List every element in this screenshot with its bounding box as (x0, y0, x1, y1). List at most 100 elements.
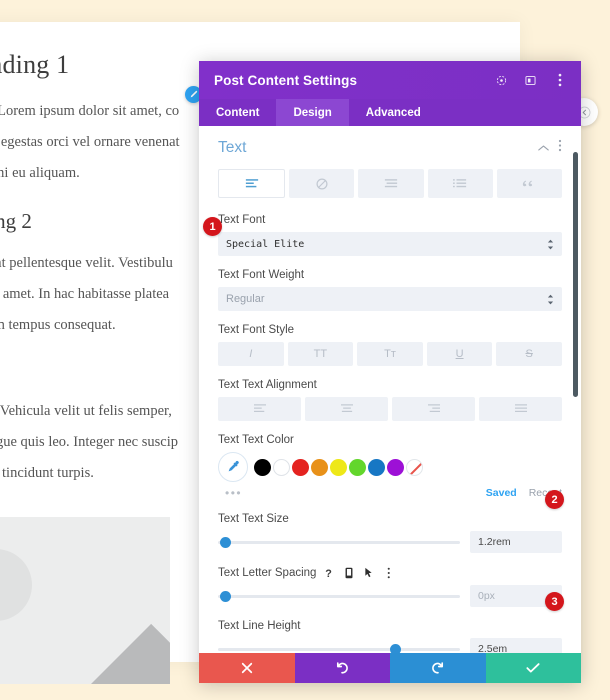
swatch-yellow[interactable] (330, 458, 347, 476)
letter-spacing-icons: ? (323, 566, 394, 579)
tab-advanced[interactable]: Advanced (349, 99, 438, 126)
swatch-green[interactable] (349, 458, 366, 476)
modal-tabbar: Content Design Advanced (199, 99, 581, 126)
link-tab[interactable] (289, 169, 355, 198)
align-right-icon[interactable] (392, 397, 475, 421)
chevron-up-icon[interactable] (538, 139, 549, 157)
underline-button[interactable]: U (426, 342, 493, 366)
swatch-red[interactable] (292, 458, 309, 476)
quote-icon (523, 180, 533, 186)
text-font-select[interactable]: Special Elite (218, 232, 562, 256)
quote-tab[interactable] (496, 169, 563, 198)
list-icon (384, 178, 398, 187)
line-height-label: Text Line Height (218, 620, 301, 632)
section-header-text: Text (218, 139, 562, 157)
text-tab[interactable] (218, 169, 286, 198)
italic-button[interactable]: I (218, 342, 284, 366)
placeholder-circle (0, 549, 32, 621)
text-font-weight-label: Text Font Weight (218, 269, 305, 281)
slider-track (218, 647, 460, 651)
modal-footer (199, 653, 581, 683)
eyedropper-icon[interactable] (218, 452, 248, 482)
redo-button[interactable] (390, 653, 486, 683)
swatch-orange[interactable] (311, 458, 328, 476)
smallcaps-button[interactable]: Tт (357, 342, 423, 366)
close-icon (241, 662, 252, 674)
more-colors-button[interactable]: ••• (225, 486, 486, 500)
step-badge-3: 3 (545, 592, 564, 611)
line-height-input[interactable]: 2.5em (470, 638, 562, 653)
placeholder-mountain (0, 617, 7, 684)
ordered-list-tab[interactable] (427, 169, 493, 198)
text-font-style-options: I TT Tт U S (218, 342, 562, 366)
more-vertical-icon[interactable] (383, 566, 394, 579)
field-text-alignment: Text Text Alignment (218, 379, 562, 421)
more-vertical-icon[interactable] (552, 73, 567, 88)
text-font-weight-select[interactable]: Regular (218, 287, 562, 311)
text-color-label: Text Text Color (218, 434, 294, 446)
text-size-row: 1.2rem (218, 531, 562, 553)
svg-text:?: ? (326, 568, 333, 579)
modal-title: Post Content Settings (214, 72, 358, 88)
more-vertical-icon[interactable] (558, 139, 562, 157)
text-alignment-options (218, 397, 562, 421)
undo-button[interactable] (294, 653, 390, 683)
placeholder-mountain (38, 623, 170, 684)
line-height-slider[interactable] (218, 642, 460, 653)
smallcaps-glyph: Tт (384, 348, 396, 360)
field-text-font: Text Font Special Elite (218, 214, 562, 256)
letter-spacing-label-row: Text Letter Spacing ? (218, 566, 562, 579)
align-justify-icon[interactable] (479, 397, 562, 421)
text-size-slider[interactable] (218, 535, 460, 549)
letter-spacing-row: 0px (218, 585, 562, 607)
tab-content[interactable]: Content (199, 99, 276, 126)
letter-spacing-slider[interactable] (218, 589, 460, 603)
tab-design[interactable]: Design (276, 99, 349, 126)
strikethrough-button[interactable]: S (496, 342, 562, 366)
save-button[interactable] (485, 653, 581, 683)
numbered-list-icon (453, 178, 467, 187)
help-icon[interactable]: ? (323, 566, 334, 579)
screen: Heading 1 aph Text. Lorem ipsum dolor si… (0, 0, 610, 700)
swatch-blue[interactable] (368, 458, 385, 476)
field-text-color: Text Text Color ••• Saved Recent (218, 434, 562, 500)
unordered-list-tab[interactable] (358, 169, 424, 198)
field-letter-spacing: Text Letter Spacing ? 0px (218, 566, 562, 607)
swatch-black[interactable] (254, 458, 271, 476)
redo-icon (431, 662, 443, 674)
color-swatch-meta: ••• Saved Recent (218, 486, 562, 500)
chevron-updown-icon (547, 294, 554, 305)
scrollbar-thumb[interactable] (573, 152, 578, 397)
swatch-none[interactable] (406, 458, 423, 476)
align-center-icon[interactable] (305, 397, 388, 421)
step-badge-2: 2 (545, 490, 564, 509)
responsive-phone-icon[interactable] (343, 566, 354, 579)
text-alignment-label: Text Text Alignment (218, 379, 317, 391)
slider-track (218, 540, 460, 544)
line-height-row: 2.5em (218, 638, 562, 653)
slider-knob[interactable] (389, 644, 401, 653)
target-icon[interactable] (494, 73, 509, 88)
modal-body: Text Text Font Special Elite Text Font W… (199, 126, 581, 653)
layout-icon[interactable] (523, 73, 538, 88)
underline-glyph: U (455, 348, 464, 360)
swatch-white[interactable] (273, 458, 290, 476)
text-lines-icon (245, 178, 258, 187)
slider-knob[interactable] (220, 591, 232, 602)
field-text-size: Text Text Size 1.2rem (218, 513, 562, 553)
swatch-purple[interactable] (387, 458, 404, 476)
text-size-input[interactable]: 1.2rem (470, 531, 562, 553)
align-left-icon[interactable] (218, 397, 301, 421)
uppercase-button[interactable]: TT (287, 342, 354, 366)
italic-glyph: I (249, 348, 253, 360)
field-text-font-style: Text Font Style I TT Tт U S (218, 324, 562, 366)
post-content-settings-modal: Post Content Settings Content Design Adv… (199, 61, 581, 683)
cancel-button[interactable] (199, 653, 295, 683)
settings-scrollbar[interactable] (573, 126, 578, 653)
text-font-value: Special Elite (226, 238, 305, 250)
slider-track (218, 594, 460, 598)
strikethrough-glyph: S (525, 348, 533, 360)
saved-colors-tab[interactable]: Saved (486, 487, 517, 499)
slider-knob[interactable] (220, 537, 232, 548)
hover-cursor-icon[interactable] (363, 566, 374, 579)
